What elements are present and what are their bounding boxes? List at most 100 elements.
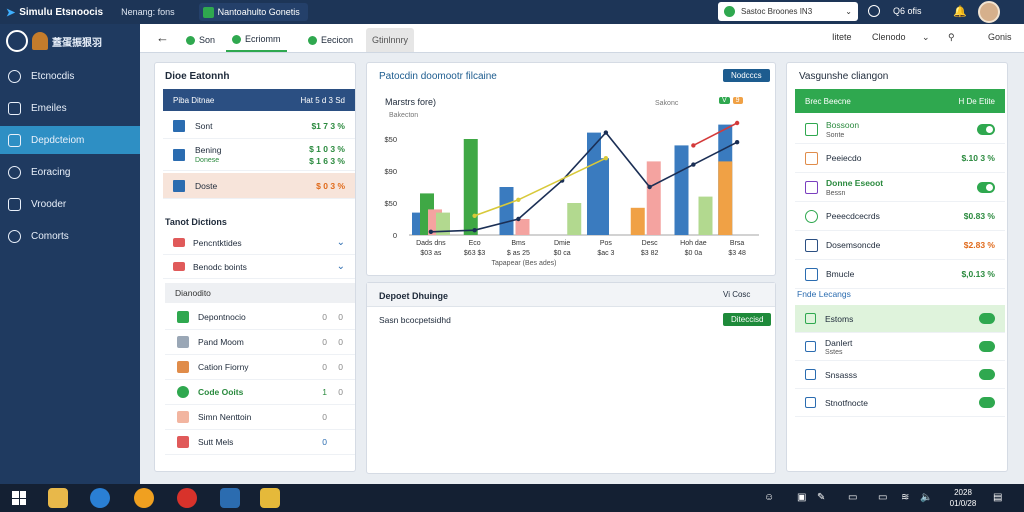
item-value: $.10 3 % [961, 153, 995, 163]
list-item[interactable]: Simn Nenttoin 0 [165, 405, 355, 430]
sidebar-item-label: Vrooder [31, 198, 67, 210]
menu-text[interactable]: Nenang: fons [121, 7, 175, 17]
dropdown-icon[interactable]: ⌄ [845, 7, 852, 16]
toggle[interactable] [979, 397, 995, 408]
toggle[interactable] [977, 123, 995, 135]
arrow-icon[interactable]: ➤ [6, 6, 15, 19]
toolbar-item-1[interactable]: Iitete [832, 32, 852, 42]
logo-icon [6, 30, 28, 52]
app-icon[interactable] [220, 488, 240, 508]
list-item[interactable]: Depontnocio 0 0 [165, 305, 355, 330]
detail-action-button[interactable]: Diteccisd [723, 313, 772, 326]
chart-note: Sakonc [655, 100, 679, 107]
accordion-item[interactable]: Benodc boints ⌄ [163, 255, 355, 279]
list-item[interactable]: Sutt Mels 0 [165, 430, 355, 455]
tag-icon [173, 238, 185, 247]
route-icon [8, 165, 21, 179]
clock[interactable]: 2028 01/0/28 [943, 487, 983, 509]
windows-start-icon[interactable] [12, 491, 26, 505]
chat-icon[interactable]: ☺ [764, 492, 774, 503]
x-tick-label: Dmie [554, 240, 570, 247]
chart-icon [177, 361, 189, 373]
chevron-down-icon[interactable]: ⌄ [337, 261, 345, 272]
sidebar-item-5[interactable]: Vrooder [0, 190, 140, 218]
firefox-icon[interactable] [134, 488, 154, 508]
account-menu[interactable]: Q6 ofis [893, 6, 922, 16]
list-item[interactable]: Peeecdcecrds $0.83 % [795, 202, 1005, 231]
sidebar-item-6[interactable]: Comorts [0, 222, 140, 250]
sidebar-item-1[interactable]: Etcnocdis [0, 62, 140, 90]
document-tab[interactable]: Nantoahulto Gonetis [198, 3, 308, 21]
display-icon[interactable]: ▭ [848, 492, 857, 503]
item-label: Sutt Mels [198, 437, 234, 447]
list-item[interactable]: Bmucle $,0.13 % [795, 260, 1005, 289]
list-item[interactable]: Code Ooits 1 0 [165, 380, 355, 405]
list-item[interactable]: Sont $1 7 3 % [163, 113, 355, 139]
chevron-down-icon[interactable]: ⌄ [337, 237, 345, 248]
toolbar-item-3[interactable]: Gonis [988, 32, 1012, 42]
series-point [734, 140, 740, 145]
list-item[interactable]: Bossoon Sonte [795, 115, 1005, 144]
item-label-group: Bening Donese [195, 145, 221, 164]
wifi-icon[interactable]: ≋ [901, 492, 909, 503]
sidebar-item-4[interactable]: Eoracing [0, 158, 140, 186]
volume-icon[interactable]: 🔈 [920, 492, 932, 503]
folder-icon[interactable] [48, 488, 68, 508]
list-item[interactable]: Peeiecdo $.10 3 % [795, 144, 1005, 173]
battery-icon[interactable]: ▭ [878, 492, 887, 503]
sidebar-item-label: Eoracing [31, 166, 71, 178]
tab-2[interactable]: Ecriomm [226, 28, 287, 52]
chrome-icon[interactable] [177, 488, 197, 508]
item-value-2: $ 1 6 3 % [309, 155, 345, 166]
item-label: Bossoon [826, 119, 860, 130]
gear-icon [805, 209, 818, 223]
avatar[interactable] [978, 1, 1000, 23]
doc-icon [805, 313, 816, 324]
item-count-2: 0 [338, 337, 343, 347]
list-item-selected[interactable]: Estoms [795, 305, 1005, 333]
list-item[interactable]: Donne Eseoot Bessn [795, 173, 1005, 202]
sidebar-item-3[interactable]: Depdcteiom [0, 126, 140, 154]
list-item[interactable]: Dosemsoncde $2.83 % [795, 231, 1005, 260]
network-icon[interactable]: ▣ [797, 492, 806, 503]
notification-icon[interactable]: ▤ [993, 492, 1002, 503]
series-point [691, 162, 696, 167]
pen-icon[interactable]: ✎ [817, 492, 825, 503]
item-label: Code Ooits [198, 387, 244, 397]
chevron-down-icon[interactable]: ⌄ [922, 32, 930, 43]
header-left: Brec Beecne [805, 96, 851, 106]
detail-panel-link[interactable]: Vi Cosc [723, 290, 750, 299]
edge-icon[interactable] [90, 488, 110, 508]
office-icon[interactable] [260, 488, 280, 508]
search-input[interactable]: Sastoc Broones IN3 ⌄ [718, 2, 858, 21]
list-item[interactable]: Stnotfnocte [795, 389, 1005, 417]
back-arrow-icon[interactable]: ← [156, 30, 169, 45]
item-count: 0 [322, 337, 327, 347]
toolbar-item-2[interactable]: Clenodo [872, 32, 906, 42]
toggle[interactable] [979, 341, 995, 352]
tab-3[interactable]: Eecicon [302, 28, 359, 52]
list-item[interactable]: Snsasss [795, 361, 1005, 389]
list-item[interactable]: Cation Fiorny 0 0 [165, 355, 355, 380]
brand[interactable]: 蓋蛋振狠羽 [6, 30, 102, 52]
item-value: $ 0 3 % [316, 180, 345, 191]
toggle[interactable] [979, 313, 995, 324]
accordion-label: Pencntktides [193, 237, 242, 248]
toggle[interactable] [979, 369, 995, 380]
tab-1[interactable]: Son [180, 28, 221, 52]
list-item[interactable]: Bening Donese $ 1 0 3 % $ 1 6 3 % [163, 139, 355, 171]
list-item[interactable]: Pand Moom 0 0 [165, 330, 355, 355]
x-axis-label: Tapapear (Bes ades) [492, 260, 557, 267]
list-item-selected[interactable]: Doste $ 0 3 % [163, 173, 355, 199]
bar [463, 139, 478, 235]
search-icon[interactable]: ⚲ [948, 32, 955, 43]
list-item[interactable]: Danlert Sstes [795, 333, 1005, 361]
inbox-icon [8, 133, 21, 147]
bell-icon[interactable]: 🔔 [953, 5, 967, 18]
tab-4[interactable]: Gtinlnnry [366, 28, 415, 52]
clock-icon[interactable] [868, 5, 880, 17]
toggle[interactable] [977, 181, 995, 193]
sidebar-item-2[interactable]: Emeiles [0, 94, 140, 122]
accordion-item[interactable]: Pencntktides ⌄ [163, 231, 355, 255]
group-header[interactable]: Dianodito [165, 283, 355, 303]
